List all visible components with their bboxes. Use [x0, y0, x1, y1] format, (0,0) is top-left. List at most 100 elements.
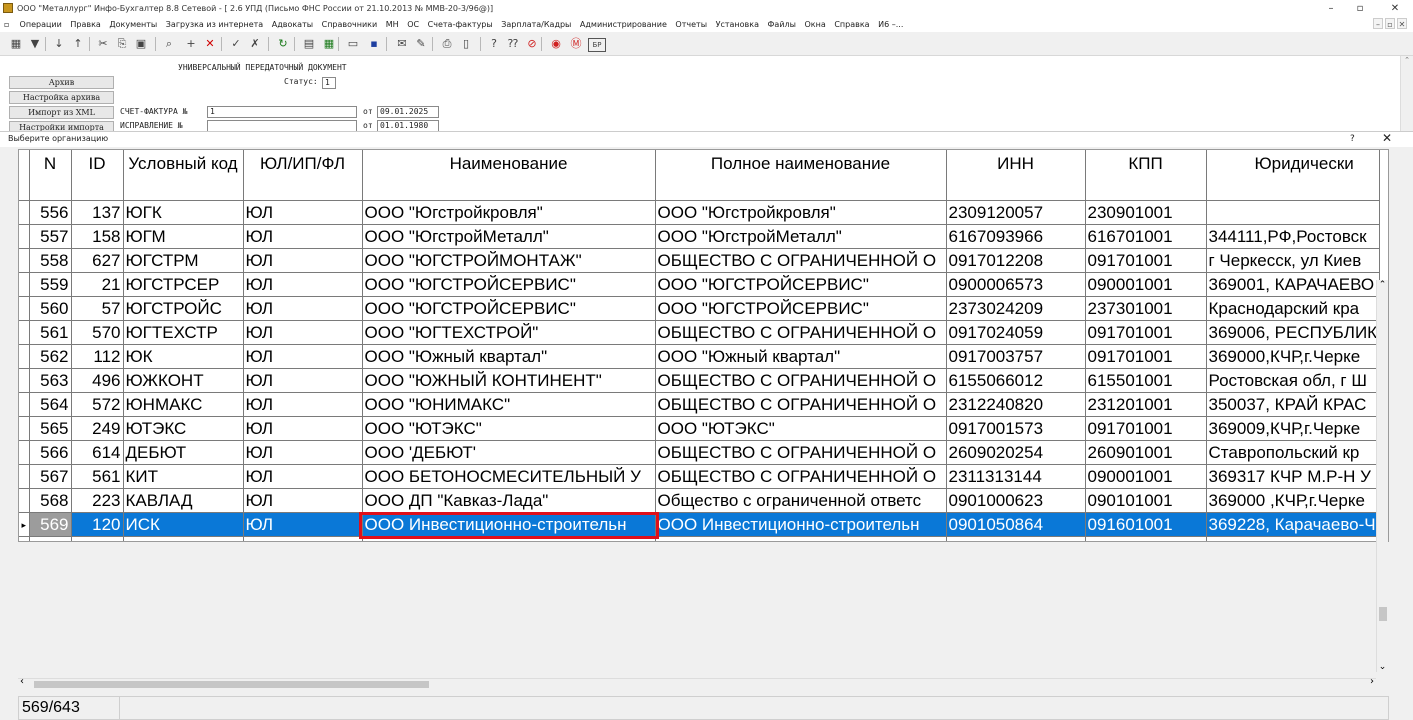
- cell-n[interactable]: 566: [29, 440, 72, 465]
- cell-legal-address[interactable]: Ростовская обл, г Ш: [1206, 368, 1381, 393]
- bp-icon[interactable]: БР: [588, 38, 606, 52]
- cell-inn[interactable]: 0901050864: [946, 512, 1086, 537]
- save-icon[interactable]: ▪: [366, 36, 382, 52]
- cell-kpp[interactable]: 091701001: [1085, 344, 1207, 369]
- table-row[interactable]: 564 572 ЮНМАКС ЮЛ ООО "ЮНИМАКС" ОБЩЕСТВО С ОГ…: [19, 392, 1381, 417]
- cut-icon[interactable]: ✂: [95, 36, 111, 52]
- header-id[interactable]: ID: [71, 150, 124, 201]
- cell-n[interactable]: 559: [29, 272, 72, 297]
- cell-inn[interactable]: 0917029378: [946, 536, 1086, 541]
- invoice-date-field[interactable]: 09.01.2025: [377, 106, 439, 118]
- header-name[interactable]: Наименование: [362, 150, 656, 201]
- menu-lawyers[interactable]: Адвокаты: [269, 17, 316, 32]
- cell-full-name[interactable]: ОБЩЕСТВО С ОГРАНИЧЕННОЙ О: [655, 392, 947, 417]
- document-scrollbar[interactable]: ⌃: [1400, 56, 1413, 131]
- cell-full-name[interactable]: ООО КФХ "Прогресс": [655, 536, 947, 541]
- cell-inn[interactable]: 0917024059: [946, 320, 1086, 345]
- header-type[interactable]: ЮЛ/ИП/ФЛ: [243, 150, 363, 201]
- menu-setup[interactable]: Установка: [713, 17, 762, 32]
- cell-full-name[interactable]: ОБЩЕСТВО С ОГРАНИЧЕННОЙ О: [655, 440, 947, 465]
- menu-internet-load[interactable]: Загрузка из интернета: [163, 17, 266, 32]
- cell-legal-address[interactable]: 369228, Карачаево-Ч: [1206, 512, 1381, 537]
- row-indicator[interactable]: [19, 296, 30, 321]
- cell-type[interactable]: ЮЛ: [243, 464, 363, 489]
- mail-icon[interactable]: ✉: [394, 36, 410, 52]
- cell-type[interactable]: ЮЛ: [243, 344, 363, 369]
- cell-id[interactable]: 627: [71, 248, 124, 273]
- cell-full-name[interactable]: ОБЩЕСТВО С ОГРАНИЧЕННОЙ О: [655, 248, 947, 273]
- cell-legal-address[interactable]: 369000 ,КЧР,г.Черке: [1206, 488, 1381, 513]
- preview-icon[interactable]: ▯: [458, 36, 474, 52]
- copy-icon[interactable]: ⎘: [114, 36, 130, 52]
- cell-n[interactable]: 564: [29, 392, 72, 417]
- grid-vertical-scrollbar[interactable]: ⌃ ⌄: [1376, 280, 1388, 672]
- cell-kpp[interactable]: 091701001: [1085, 536, 1207, 541]
- cell-full-name[interactable]: ООО Инвестиционно-строительн: [655, 512, 947, 537]
- grid-horizontal-scrollbar[interactable]: ‹ ›: [18, 676, 1376, 690]
- cell-name[interactable]: ООО "Южный квартал": [362, 344, 656, 369]
- cell-legal-address[interactable]: 369000 КЧР г.Черке: [1206, 536, 1381, 541]
- calculator-icon[interactable]: ▦: [8, 36, 24, 52]
- mdi-close-button[interactable]: ✕: [1397, 18, 1407, 29]
- cell-code[interactable]: ЮК: [123, 344, 244, 369]
- archive-settings-button[interactable]: Настройка архива: [9, 91, 114, 104]
- cell-kpp[interactable]: 230901001: [1085, 200, 1207, 225]
- close-button[interactable]: ✕: [1380, 0, 1410, 17]
- cell-inn[interactable]: 0900006573: [946, 272, 1086, 297]
- cell-legal-address[interactable]: 369006, РЕСПУБЛИК: [1206, 320, 1381, 345]
- cell-inn[interactable]: 2373024209: [946, 296, 1086, 321]
- cell-code[interactable]: ЮГТЕХСТР: [123, 320, 244, 345]
- header-legal-address[interactable]: Юридически: [1206, 150, 1381, 201]
- cell-name[interactable]: ООО "ЮЖНЫЙ КОНТИНЕНТ": [362, 368, 656, 393]
- scroll-left-arrow-icon[interactable]: ‹: [20, 676, 24, 687]
- menu-references[interactable]: Справочники: [319, 17, 381, 32]
- cell-n[interactable]: 556: [29, 200, 72, 225]
- cell-n[interactable]: 563: [29, 368, 72, 393]
- organizations-grid[interactable]: N ID Условный код ЮЛ/ИП/ФЛ Наименование …: [18, 149, 1389, 542]
- cell-n[interactable]: 557: [29, 224, 72, 249]
- cell-code[interactable]: ДЕБЮТ: [123, 440, 244, 465]
- cell-type[interactable]: ЮЛ: [243, 416, 363, 441]
- row-indicator[interactable]: [19, 248, 30, 273]
- cell-n[interactable]: 562: [29, 344, 72, 369]
- find-icon[interactable]: ⌕: [161, 36, 177, 52]
- row-indicator[interactable]: [19, 392, 30, 417]
- cell-name[interactable]: ООО "ЮГСТРОЙМОНТАЖ": [362, 248, 656, 273]
- cell-kpp[interactable]: 091601001: [1085, 512, 1207, 537]
- import-xml-button[interactable]: Импорт из XML: [9, 106, 114, 119]
- row-indicator[interactable]: [19, 272, 30, 297]
- cell-id[interactable]: 21: [71, 272, 124, 297]
- cell-id[interactable]: 572: [71, 392, 124, 417]
- menu-windows[interactable]: Окна: [802, 17, 829, 32]
- mark-icon[interactable]: ✓: [228, 36, 244, 52]
- table-row[interactable]: 570335КФХПРЮЛООО КФХ "Прогресс"ООО КФХ "…: [19, 536, 1381, 541]
- cell-n[interactable]: 569: [29, 512, 72, 537]
- cell-code[interactable]: КИТ: [123, 464, 244, 489]
- scroll-up-arrow-icon[interactable]: ⌃: [1377, 280, 1388, 290]
- cell-type[interactable]: ЮЛ: [243, 272, 363, 297]
- cell-n[interactable]: 558: [29, 248, 72, 273]
- cell-type[interactable]: ЮЛ: [243, 512, 363, 537]
- delete-icon[interactable]: ✕: [202, 36, 218, 52]
- cell-kpp[interactable]: 231201001: [1085, 392, 1207, 417]
- row-indicator[interactable]: [19, 488, 30, 513]
- menu-reports[interactable]: Отчеты: [672, 17, 710, 32]
- mdi-restore-button[interactable]: ▫: [1385, 18, 1395, 29]
- row-indicator[interactable]: [19, 200, 30, 225]
- table-row[interactable]: 562 112 ЮК ЮЛ ООО "Южный квартал" ООО "Южный …: [19, 344, 1381, 369]
- mdi-minimize-button[interactable]: –: [1373, 18, 1383, 29]
- cell-full-name[interactable]: ООО "ЮГСТРОЙСЕРВИС": [655, 272, 947, 297]
- invoice-number-field[interactable]: 1: [207, 106, 357, 118]
- horizontal-scroll-thumb[interactable]: [34, 681, 429, 688]
- cell-full-name[interactable]: ОБЩЕСТВО С ОГРАНИЧЕННОЙ О: [655, 320, 947, 345]
- filter-icon[interactable]: ▼: [27, 36, 43, 52]
- cell-kpp[interactable]: 615501001: [1085, 368, 1207, 393]
- cell-type[interactable]: ЮЛ: [243, 296, 363, 321]
- cell-type[interactable]: ЮЛ: [243, 224, 363, 249]
- cell-code[interactable]: ЮГСТРМ: [123, 248, 244, 273]
- cell-n[interactable]: 561: [29, 320, 72, 345]
- menu-administration[interactable]: Администрирование: [577, 17, 670, 32]
- cell-full-name[interactable]: ООО "ЮГСТРОЙСЕРВИС": [655, 296, 947, 321]
- cell-kpp[interactable]: 090001001: [1085, 272, 1207, 297]
- cell-legal-address[interactable]: г Черкесск, ул Киев: [1206, 248, 1381, 273]
